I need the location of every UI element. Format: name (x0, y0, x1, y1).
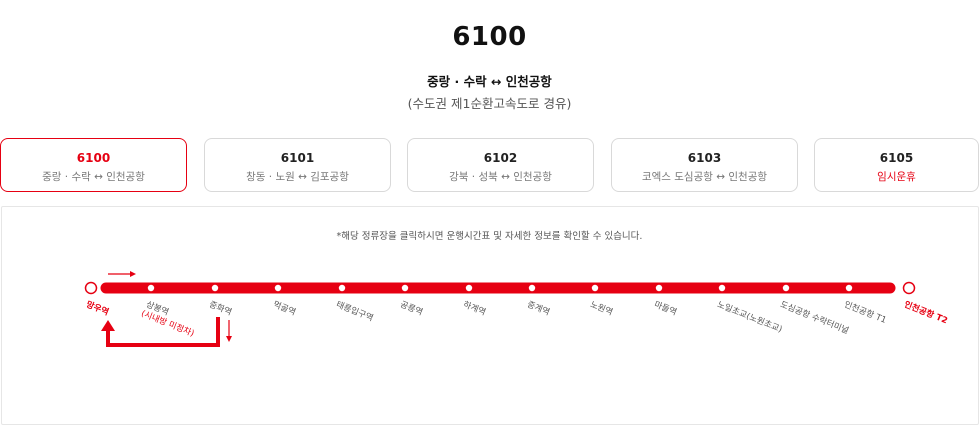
up-arrow-icon (101, 320, 115, 331)
station-button-sangbong[interactable] (144, 281, 158, 295)
direction-arrow-icon (130, 271, 136, 277)
route-line-diagram (84, 271, 916, 347)
station-button-noil[interactable] (715, 281, 729, 295)
station-button-icn-t2[interactable] (902, 281, 916, 295)
station-button-hagye[interactable] (462, 281, 476, 295)
station-button-nowon[interactable] (588, 281, 602, 295)
station-button-surak-terminal[interactable] (779, 281, 793, 295)
station-button-mangu[interactable] (84, 281, 98, 295)
station-button-junggye[interactable] (525, 281, 539, 295)
station-button-junghwa[interactable] (208, 281, 222, 295)
down-arrow-icon (226, 336, 232, 342)
station-button-taereung[interactable] (335, 281, 349, 295)
station-button-icn-t1[interactable] (842, 281, 856, 295)
station-button-meokgol[interactable] (271, 281, 285, 295)
station-button-madeul[interactable] (652, 281, 666, 295)
station-button-gongneung[interactable] (398, 281, 412, 295)
